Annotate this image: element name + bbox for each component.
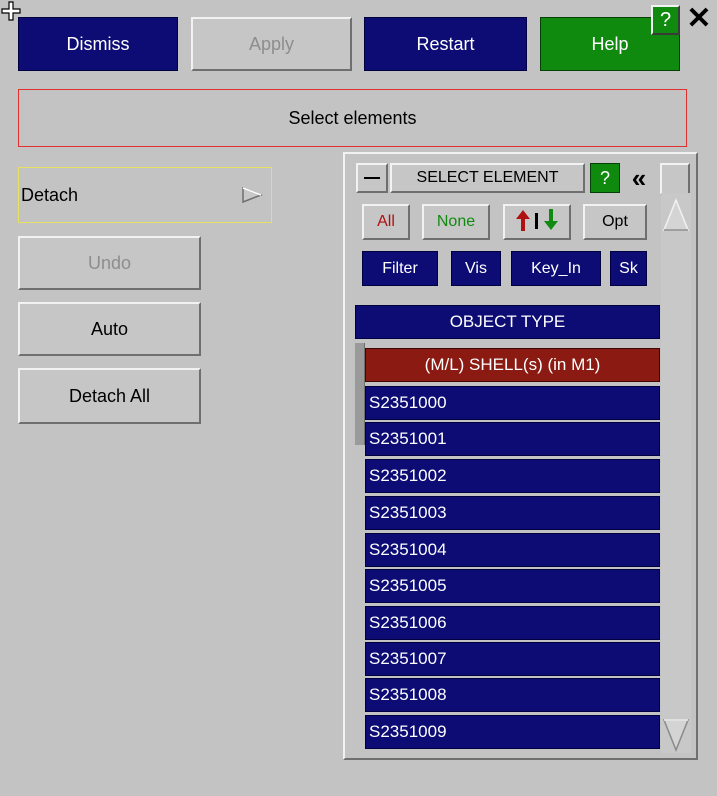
panel-help-label: ? [599, 167, 610, 188]
list-item[interactable]: S2351004 [365, 533, 660, 567]
menu-arrow-icon [241, 186, 264, 209]
list-item[interactable]: S2351002 [365, 459, 660, 493]
status-message: Select elements [18, 89, 687, 147]
key-in-button[interactable]: Key_In [511, 251, 601, 286]
apply-button[interactable]: Apply [191, 17, 352, 71]
object-type-header[interactable]: OBJECT TYPE [355, 305, 660, 339]
restart-button[interactable]: Restart [364, 17, 527, 71]
sk-button[interactable]: Sk [610, 251, 647, 286]
all-button[interactable]: All [362, 204, 410, 240]
scroll-down-icon[interactable] [662, 714, 690, 754]
detach-dropdown[interactable]: Detach [18, 167, 272, 223]
help-question-icon[interactable]: ? [651, 5, 680, 35]
collapse-icon[interactable]: « [622, 163, 656, 193]
detach-label: Detach [21, 184, 79, 205]
panel-help-button[interactable]: ? [590, 163, 620, 193]
panel-title: SELECT ELEMENT [390, 163, 585, 193]
list-item[interactable]: S2351001 [365, 422, 660, 456]
panel-minimize-button[interactable] [356, 163, 388, 193]
detach-all-button[interactable]: Detach All [18, 368, 201, 424]
filter-button[interactable]: Filter [362, 251, 438, 286]
list-item[interactable]: S2351007 [365, 642, 660, 676]
list-item[interactable]: S2351005 [365, 569, 660, 603]
close-label: ✕ [686, 1, 712, 35]
opt-label: Opt [602, 213, 628, 230]
list-left-strip [355, 343, 365, 445]
none-label: None [436, 213, 476, 230]
list-item[interactable]: S2351008 [365, 678, 660, 712]
undo-button[interactable]: Undo [18, 236, 201, 290]
collapse-label: « [631, 162, 647, 193]
auto-button[interactable]: Auto [18, 302, 201, 356]
panel-scrollbar[interactable] [661, 193, 691, 753]
help-label: Help [591, 33, 629, 54]
opt-button[interactable]: Opt [583, 204, 647, 240]
panel-corner-button[interactable] [660, 163, 690, 195]
list-item[interactable]: S2351003 [365, 496, 660, 530]
swap-selection-button[interactable] [503, 204, 571, 240]
close-icon[interactable]: ✕ [684, 1, 714, 35]
swap-arrows-icon [513, 207, 561, 238]
shell-type-header[interactable]: (M/L) SHELL(s) (in M1) [365, 348, 660, 382]
none-button[interactable]: None [422, 204, 490, 240]
all-label: All [377, 213, 395, 230]
list-item[interactable]: S2351000 [365, 386, 660, 420]
help-question-label: ? [659, 8, 672, 31]
dismiss-button[interactable]: Dismiss [18, 17, 178, 71]
vis-button[interactable]: Vis [451, 251, 501, 286]
scroll-up-icon[interactable] [662, 194, 690, 242]
list-item[interactable]: S2351009 [365, 715, 660, 749]
list-item[interactable]: S2351006 [365, 606, 660, 640]
minimize-icon [364, 177, 380, 179]
